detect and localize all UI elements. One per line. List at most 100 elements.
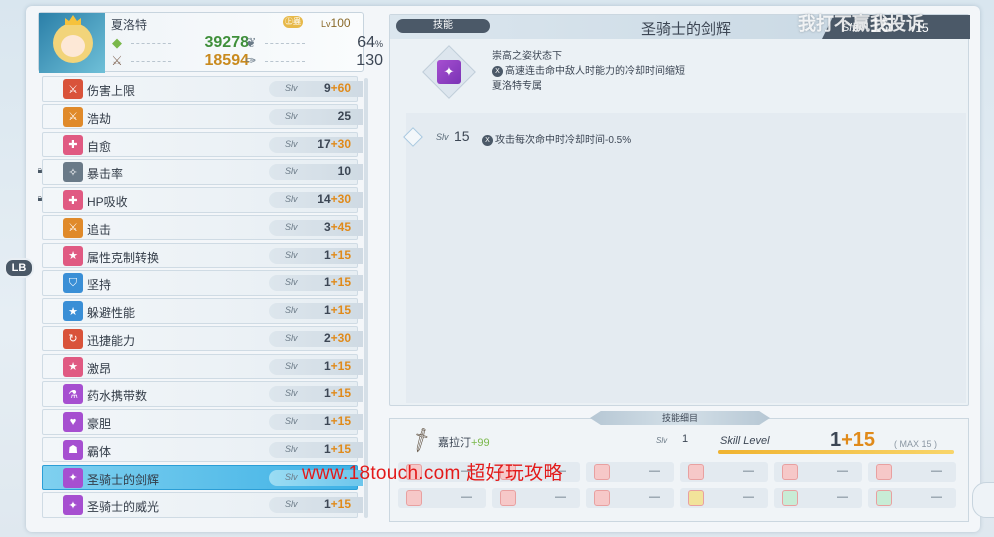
skill-name: 伤害上限 [87,84,136,98]
stat-atk-value: 39278 [204,34,250,51]
skill-level-box: Slv 1+15 [269,247,363,264]
skill-name: 自愈 [87,139,112,154]
skill-level-value: 1+15 [830,429,876,451]
effect-row: Slv 15 X 攻击每次命中时冷却时间-0.5% [403,127,966,147]
skill-item[interactable]: ⚔ 浩劫 Slv 25 [42,103,363,130]
stat-hp-value: 18594 [204,52,250,69]
skill-name: 追击 [87,222,112,237]
skill-item[interactable]: ♥ 豪胆 Slv 1+15 [42,409,363,435]
gem-icon [594,464,610,480]
weapon-icon: 🗡 [405,425,436,455]
skill-level-box: Slv 3+45 [269,219,363,236]
skill-breakdown-tab: 技能细目 [590,411,770,425]
skill-item[interactable]: ✦ 圣骑士的威光 Slv 1+15 [42,492,363,518]
skill-item[interactable]: ★ 躲避性能 Slv 1+15 [42,298,363,324]
lock-icon: 🔒︎ [38,193,43,204]
gem-slot[interactable]: — [868,488,956,508]
gem-icon [688,490,704,506]
gem-slot[interactable]: — [774,462,862,482]
effect-text: X 攻击每次命中时冷却时间-0.5% [482,131,631,146]
skill-icon: ✦ [63,467,83,488]
gem-slot[interactable]: — [398,488,486,508]
watermark-top: 我打不赢我投诉 [798,14,924,34]
gem-icon [782,490,798,506]
skill-item[interactable]: ✚ 自愈 Slv 17+30 [42,131,363,157]
skill-name: 圣骑士的剑辉 [87,472,160,487]
skill-item[interactable]: 🔒︎ ✧ 暴击率 Slv 10 [38,159,363,185]
skill-name: 坚持 [87,278,112,293]
gem-slot[interactable]: — [586,488,674,508]
skill-item[interactable]: ⚔ 追击 Slv 3+45 [42,214,363,241]
skill-name: 圣骑士的威光 [87,500,160,515]
gem-icon [876,464,892,480]
skill-icon: ✦ [63,495,83,516]
character-card: 夏洛特 ㊤蟲 Lv100 ◆ 39278 ❦ 64% ⚔ 18594 ✑ 130 [38,12,383,73]
skill-description: ✦ 崇高之姿状态下 X 高速连击命中敌人时能力的冷却时间缩短 夏洛特专属 [406,45,958,109]
skill-name: 豪胆 [87,417,112,431]
equipment-row[interactable]: 🗡 嘉拉汀+99 Slv 1 Skill Level 1+15 ( MAX 15… [404,426,964,454]
desc-line-3: 夏洛特专属 [492,81,542,92]
skill-name: 躲避性能 [87,306,136,320]
skill-item[interactable]: ⛉ 坚持 Slv 1+15 [42,270,363,296]
lb-tab-button[interactable]: LB [4,258,34,278]
rank-badge: ㊤蟲 [283,16,303,28]
lock-icon: 🔒︎ [38,165,43,177]
stat-crit-value: 64% [357,34,383,51]
skill-level-box: Slv 17+30 [269,136,363,153]
skill-detail-panel: 技能 圣骑士的剑辉 Slv 15 /15 ✦ 崇高之姿状态下 X 高速连击命中敌人… [389,14,970,406]
skill-tag: 技能 [396,19,490,33]
skill-level-box: Slv 9+60 [269,81,363,97]
skill-name: 暴击率 [87,167,124,182]
skill-level-box: Slv 1+15 [269,358,363,375]
diamond-icon: ◆ [112,35,122,50]
skill-name: 激昂 [87,361,112,376]
gem-slot[interactable]: — [680,488,768,508]
gem-slot[interactable]: — [492,488,580,508]
skill-level-box: Slv 10 [269,164,363,181]
skill-icon: ✚ [63,134,83,155]
skill-item[interactable]: ⚔ 伤害上限 Slv 9+60 [42,76,363,102]
gem-slot[interactable]: — [586,462,674,482]
gem-icon [406,490,422,506]
skill-icon: ⚔ [63,79,83,99]
stat-other-value: 130 [356,52,383,69]
skill-level-max: ( MAX 15 ) [894,439,938,449]
skill-item[interactable]: ⚗ 药水携带数 Slv 1+15 [42,381,363,407]
gem-slot[interactable]: — [868,462,956,482]
character-portrait[interactable] [39,13,105,73]
skill-level-box: Slv 1+15 [269,303,363,319]
stat-row-1: ◆ 39278 ❦ 64% [109,34,383,52]
side-toggle-button[interactable] [972,482,994,518]
skill-item[interactable]: ★ 激昂 Slv 1+15 [42,353,363,379]
skill-list-scrollbar[interactable] [364,78,368,518]
equipment-name: 嘉拉汀+99 [438,437,490,449]
character-level: Lv100 [321,16,351,30]
gem-icon [500,490,516,506]
skill-item[interactable]: 🔒︎ ✚ HP吸收 Slv 14+30 [38,187,363,213]
skill-list: ⚔ 伤害上限 Slv 9+60 ⚔ 浩劫 Slv 25 ✚ 自愈 Slv 17+30 … [38,76,364,520]
sword-icon: ⚔ [111,53,123,68]
skill-name: 迅捷能力 [87,333,136,348]
equipment-skill-level: 1 [682,433,689,445]
skill-name: 浩劫 [87,111,112,126]
skill-level-box: Slv 1+15 [269,497,363,514]
skill-level-box: Slv 1+15 [269,386,363,403]
x-button-icon: X [492,65,503,77]
level-diamond-icon [403,127,423,147]
skill-icon: ⚔ [63,217,83,238]
desc-line-1: 崇高之姿状态下 [492,51,562,62]
skill-level-box: Slv 14+30 [269,192,363,208]
skill-icon: ★ [63,301,83,321]
x-button-icon: X [482,134,493,146]
skill-item[interactable]: ↻ 迅捷能力 Slv 2+30 [42,325,363,352]
skill-icon: ⛉ [63,273,83,294]
skill-level-box: Slv 1+15 [269,441,363,458]
feather-icon: ✑ [245,53,257,68]
skill-icon: ☗ [63,439,83,460]
gem-slot[interactable]: — [774,488,862,508]
gem-icon [594,490,610,506]
skill-level-box: Slv 1+15 [269,414,363,430]
gem-slot[interactable]: — [680,462,768,482]
skill-item[interactable]: ★ 属性克制转换 Slv 1+15 [42,242,363,268]
paladin-skill-icon: ✦ [437,60,461,84]
